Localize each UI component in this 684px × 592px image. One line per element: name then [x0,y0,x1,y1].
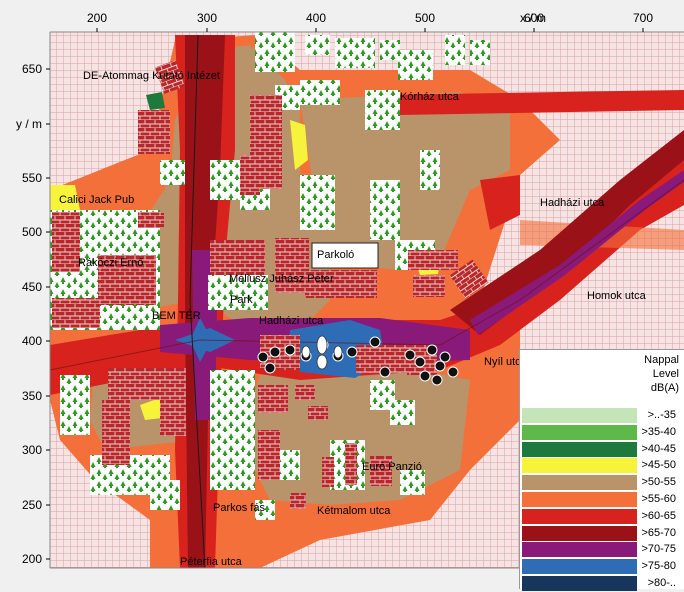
legend-label: >45-50 [641,459,676,472]
y-tick-label: 350 [22,389,42,403]
y-tick-label: 550 [22,171,42,185]
legend-title-line: Nappal [644,354,679,366]
legend-item: >45-50 [522,458,682,474]
legend-title: Nappal Level dB(A) [644,353,679,395]
legend-item: >..-35 [522,408,682,424]
label-euro: Euró Panzió [362,461,422,473]
legend-swatch [522,508,637,524]
x-tick-label: 200 [87,11,107,25]
legend-swatch [522,525,637,541]
legend-label: >50-55 [641,476,676,489]
legend-item: >75-80 [522,559,682,575]
x-tick-label: 700 [633,11,653,25]
legend: Nappal Level dB(A) >..-35 >35-40 >40-45 >45… [519,349,684,592]
legend-label: >80-.. [647,577,676,589]
x-tick-label: 300 [197,11,217,25]
label-peterfia: Péterfia utca [180,556,243,568]
legend-swatch [522,458,637,474]
legend-label: >60-65 [641,509,676,522]
legend-item: >70-75 [522,542,682,558]
y-tick-label: 300 [22,443,42,457]
y-tick-label: 250 [22,498,42,512]
legend-label: >35-40 [641,425,676,438]
label-rakoczi: Rákóczi Ernő [78,257,143,269]
legend-item: >55-60 [522,492,682,508]
legend-swatch [522,408,637,423]
noise-map[interactable]: DE-Atommag Kutató Intézet Kórház utca Ca… [0,0,684,592]
legend-label: >40-45 [641,442,676,455]
label-hadhazi-right: Hadházi utca [540,197,605,209]
legend-item: >65-70 [522,525,682,542]
legend-label: >70-75 [641,543,676,556]
legend-item: >35-40 [522,424,682,441]
label-calici: Calici Jack Pub [59,194,134,206]
y-tick-label: 500 [22,225,42,239]
legend-label: >55-60 [641,493,676,505]
legend-label: >..-35 [647,409,676,421]
label-bem-ter: BEM TÉR [152,309,201,322]
legend-title-line: dB(A) [650,382,679,394]
x-tick-label: 400 [306,11,326,25]
y-tick-label: 400 [22,334,42,348]
y-tick-label: 450 [22,280,42,294]
legend-title-line: Level [652,368,679,380]
x-tick-label: 500 [415,11,435,25]
legend-item: >40-45 [522,441,682,458]
label-hadhazi-center: Hadházi utca [259,315,324,327]
legend-swatch [522,559,637,575]
legend-swatch [522,542,637,558]
y-tick-label: 650 [22,62,42,76]
label-de-atommag: DE-Atommag Kutató Intézet [83,70,220,82]
x-axis-title: x / m [520,11,546,25]
legend-label: >65-70 [641,526,676,539]
legend-item: >80-.. [522,576,682,592]
legend-swatch [522,576,637,591]
y-tick-label: 200 [22,552,42,566]
legend-item: >60-65 [522,508,682,525]
legend-swatch [522,441,637,457]
legend-label: >75-80 [641,560,676,573]
label-homok: Homok utca [587,290,647,302]
legend-item: >50-55 [522,475,682,491]
legend-swatch [522,492,637,507]
label-parkolo: Parkoló [317,249,354,261]
label-meliusz: Méliusz Juhász Péter [229,273,334,285]
label-park: Park [230,294,253,306]
legend-swatch [522,424,637,440]
label-korhaz: Kórház utca [400,91,460,103]
label-parkos: Parkos fás [213,502,265,514]
legend-swatch [522,475,637,491]
y-axis-title: y / m [16,117,42,131]
label-ketmalom: Kétmalom utca [317,505,391,517]
